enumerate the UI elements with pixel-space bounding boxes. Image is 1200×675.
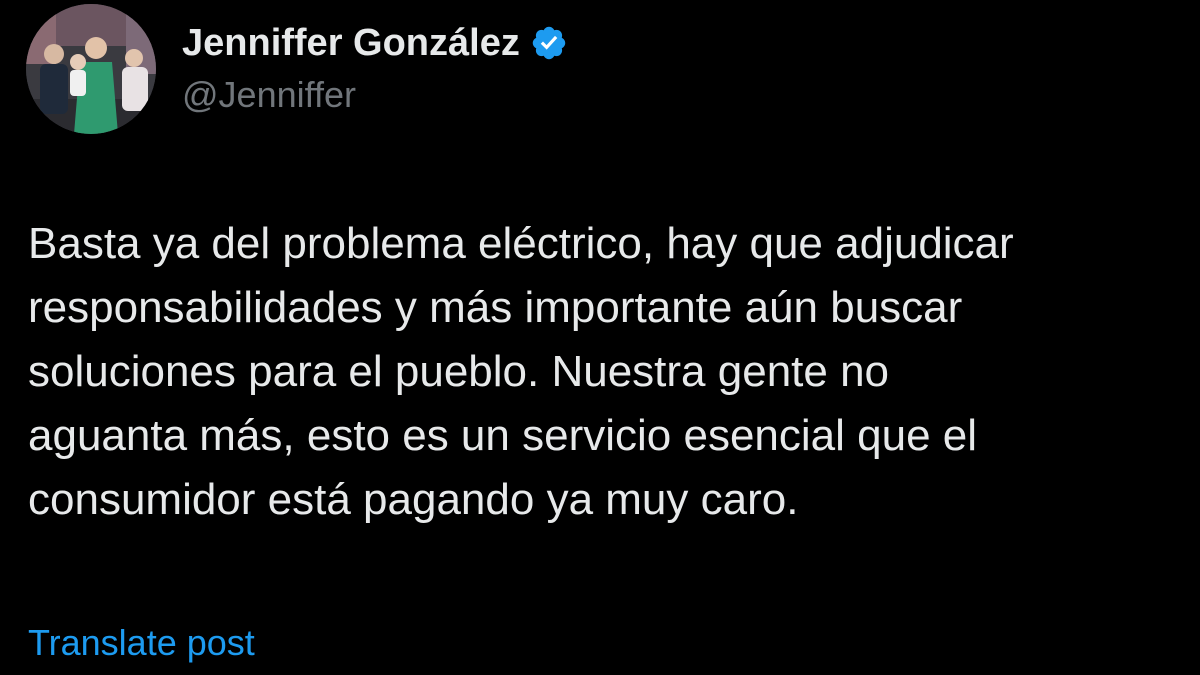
verified-badge-icon[interactable] [530, 24, 568, 62]
author-name-row: Jenniffer González [182, 20, 568, 66]
post-text-line: responsabilidades y más importante aún b… [28, 283, 963, 332]
profile-photo-icon [26, 4, 156, 134]
author-display-name[interactable]: Jenniffer González [182, 22, 520, 65]
avatar[interactable] [26, 4, 156, 134]
post-text: Basta ya del problema eléctrico, hay que… [28, 212, 1178, 532]
translate-post-link[interactable]: Translate post [28, 622, 255, 664]
post-text-line: consumidor está pagando ya muy caro. [28, 475, 799, 524]
post-text-line: Basta ya del problema eléctrico, hay que… [28, 219, 1014, 268]
post-text-line: soluciones para el pueblo. Nuestra gente… [28, 347, 890, 396]
author-handle[interactable]: @Jenniffer [182, 74, 356, 116]
post-text-line: aguanta más, esto es un servicio esencia… [28, 411, 978, 460]
post-card: Jenniffer González @Jenniffer Basta ya d… [0, 0, 1200, 675]
